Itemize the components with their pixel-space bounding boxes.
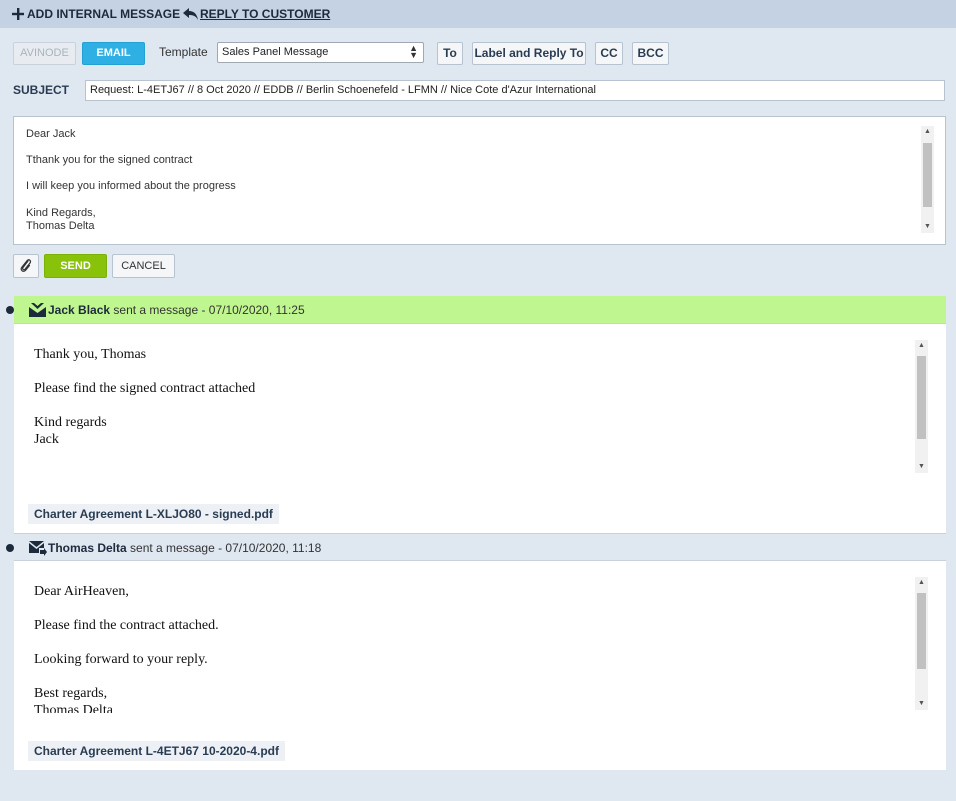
message-scrollbar[interactable]: ▲ ▼ — [915, 340, 928, 473]
cc-button[interactable]: CC — [595, 42, 623, 65]
compose-line: Tthank you for the signed contract — [26, 154, 193, 166]
message-header-text: Jack Black sent a message - 07/10/2020, … — [48, 303, 305, 317]
reply-to-customer-link[interactable]: REPLY TO CUSTOMER — [183, 7, 330, 21]
template-select[interactable]: Sales Panel Message ▲ ▼ — [217, 42, 424, 63]
add-internal-message-link[interactable]: ADD INTERNAL MESSAGE — [12, 7, 180, 21]
scroll-down-icon[interactable]: ▼ — [915, 698, 928, 710]
compose-body[interactable]: Dear Jack Tthank you for the signed cont… — [13, 116, 946, 245]
message-meta: sent a message - 07/10/2020, 11:25 — [110, 303, 305, 317]
subject-input[interactable]: Request: L-4ETJ67 // 8 Oct 2020 // EDDB … — [85, 80, 945, 101]
message-line: Kind regards — [34, 415, 107, 430]
reply-arrow-icon — [183, 8, 198, 20]
envelope-outgoing-icon — [29, 541, 47, 556]
message-line: Jack — [34, 432, 59, 447]
message-line: Thank you, Thomas — [34, 347, 147, 362]
message-header: Thomas Delta sent a message - 07/10/2020… — [6, 533, 946, 561]
email-button[interactable]: EMAIL — [82, 42, 145, 65]
timeline-dot — [6, 544, 14, 552]
message-line: Dear AirHeaven, — [34, 584, 129, 599]
message-text-area: Dear AirHeaven, Please find the contract… — [14, 561, 914, 713]
scroll-up-icon[interactable]: ▲ — [915, 577, 928, 589]
compose-scrollbar[interactable]: ▲ ▼ — [921, 126, 934, 233]
scroll-up-icon[interactable]: ▲ — [915, 340, 928, 352]
updown-caret-icon: ▲ ▼ — [409, 43, 418, 60]
send-button[interactable]: SEND — [44, 254, 107, 278]
timeline-dot — [6, 306, 14, 314]
to-button[interactable]: To — [437, 42, 463, 65]
bcc-button[interactable]: BCC — [632, 42, 669, 65]
plus-icon — [12, 8, 24, 20]
message-line: Thomas Delta — [34, 703, 113, 713]
cancel-button[interactable]: CANCEL — [112, 254, 175, 278]
compose-line: Dear Jack — [26, 128, 76, 140]
envelope-incoming-icon — [29, 303, 46, 317]
avinode-button[interactable]: AVINODE — [13, 42, 76, 65]
label-and-reply-to-button[interactable]: Label and Reply To — [472, 42, 586, 65]
message-meta: sent a message - 07/10/2020, 11:18 — [126, 541, 322, 555]
message-header: Jack Black sent a message - 07/10/2020, … — [6, 296, 946, 324]
compose-line: I will keep you informed about the progr… — [26, 180, 236, 192]
attachment-link[interactable]: Charter Agreement L-XLJO80 - signed.pdf — [28, 504, 279, 524]
message-line: Looking forward to your reply. — [34, 652, 208, 667]
template-select-value: Sales Panel Message — [222, 46, 329, 58]
scroll-thumb[interactable] — [923, 143, 932, 207]
message-line: Best regards, — [34, 686, 108, 701]
message-line: Please find the contract attached. — [34, 618, 219, 633]
paperclip-icon — [20, 259, 32, 272]
scroll-down-icon[interactable]: ▼ — [921, 221, 934, 233]
add-internal-message-label: ADD INTERNAL MESSAGE — [27, 7, 181, 21]
compose-line: Kind Regards, — [26, 207, 96, 219]
message-body: Dear AirHeaven, Please find the contract… — [14, 561, 946, 770]
subject-label: SUBJECT — [13, 83, 70, 97]
attachment-link[interactable]: Charter Agreement L-4ETJ67 10-2020-4.pdf — [28, 741, 285, 761]
template-label: Template — [159, 45, 208, 59]
scroll-thumb[interactable] — [917, 593, 926, 669]
message-line: Please find the signed contract attached — [34, 381, 256, 396]
sender-name: Jack Black — [48, 303, 111, 317]
reply-to-customer-label: REPLY TO CUSTOMER — [200, 7, 331, 21]
message-body: Thank you, Thomas Please find the signed… — [14, 324, 946, 533]
scroll-down-icon[interactable]: ▼ — [915, 461, 928, 473]
message-scrollbar[interactable]: ▲ ▼ — [915, 577, 928, 710]
top-bar: ADD INTERNAL MESSAGE REPLY TO CUSTOMER — [0, 0, 956, 28]
message-header-text: Thomas Delta sent a message - 07/10/2020… — [48, 541, 321, 555]
scroll-up-icon[interactable]: ▲ — [921, 126, 934, 138]
attach-button[interactable] — [13, 254, 39, 278]
sender-name: Thomas Delta — [48, 541, 127, 555]
compose-line: Thomas Delta — [26, 220, 95, 232]
scroll-thumb[interactable] — [917, 356, 926, 439]
